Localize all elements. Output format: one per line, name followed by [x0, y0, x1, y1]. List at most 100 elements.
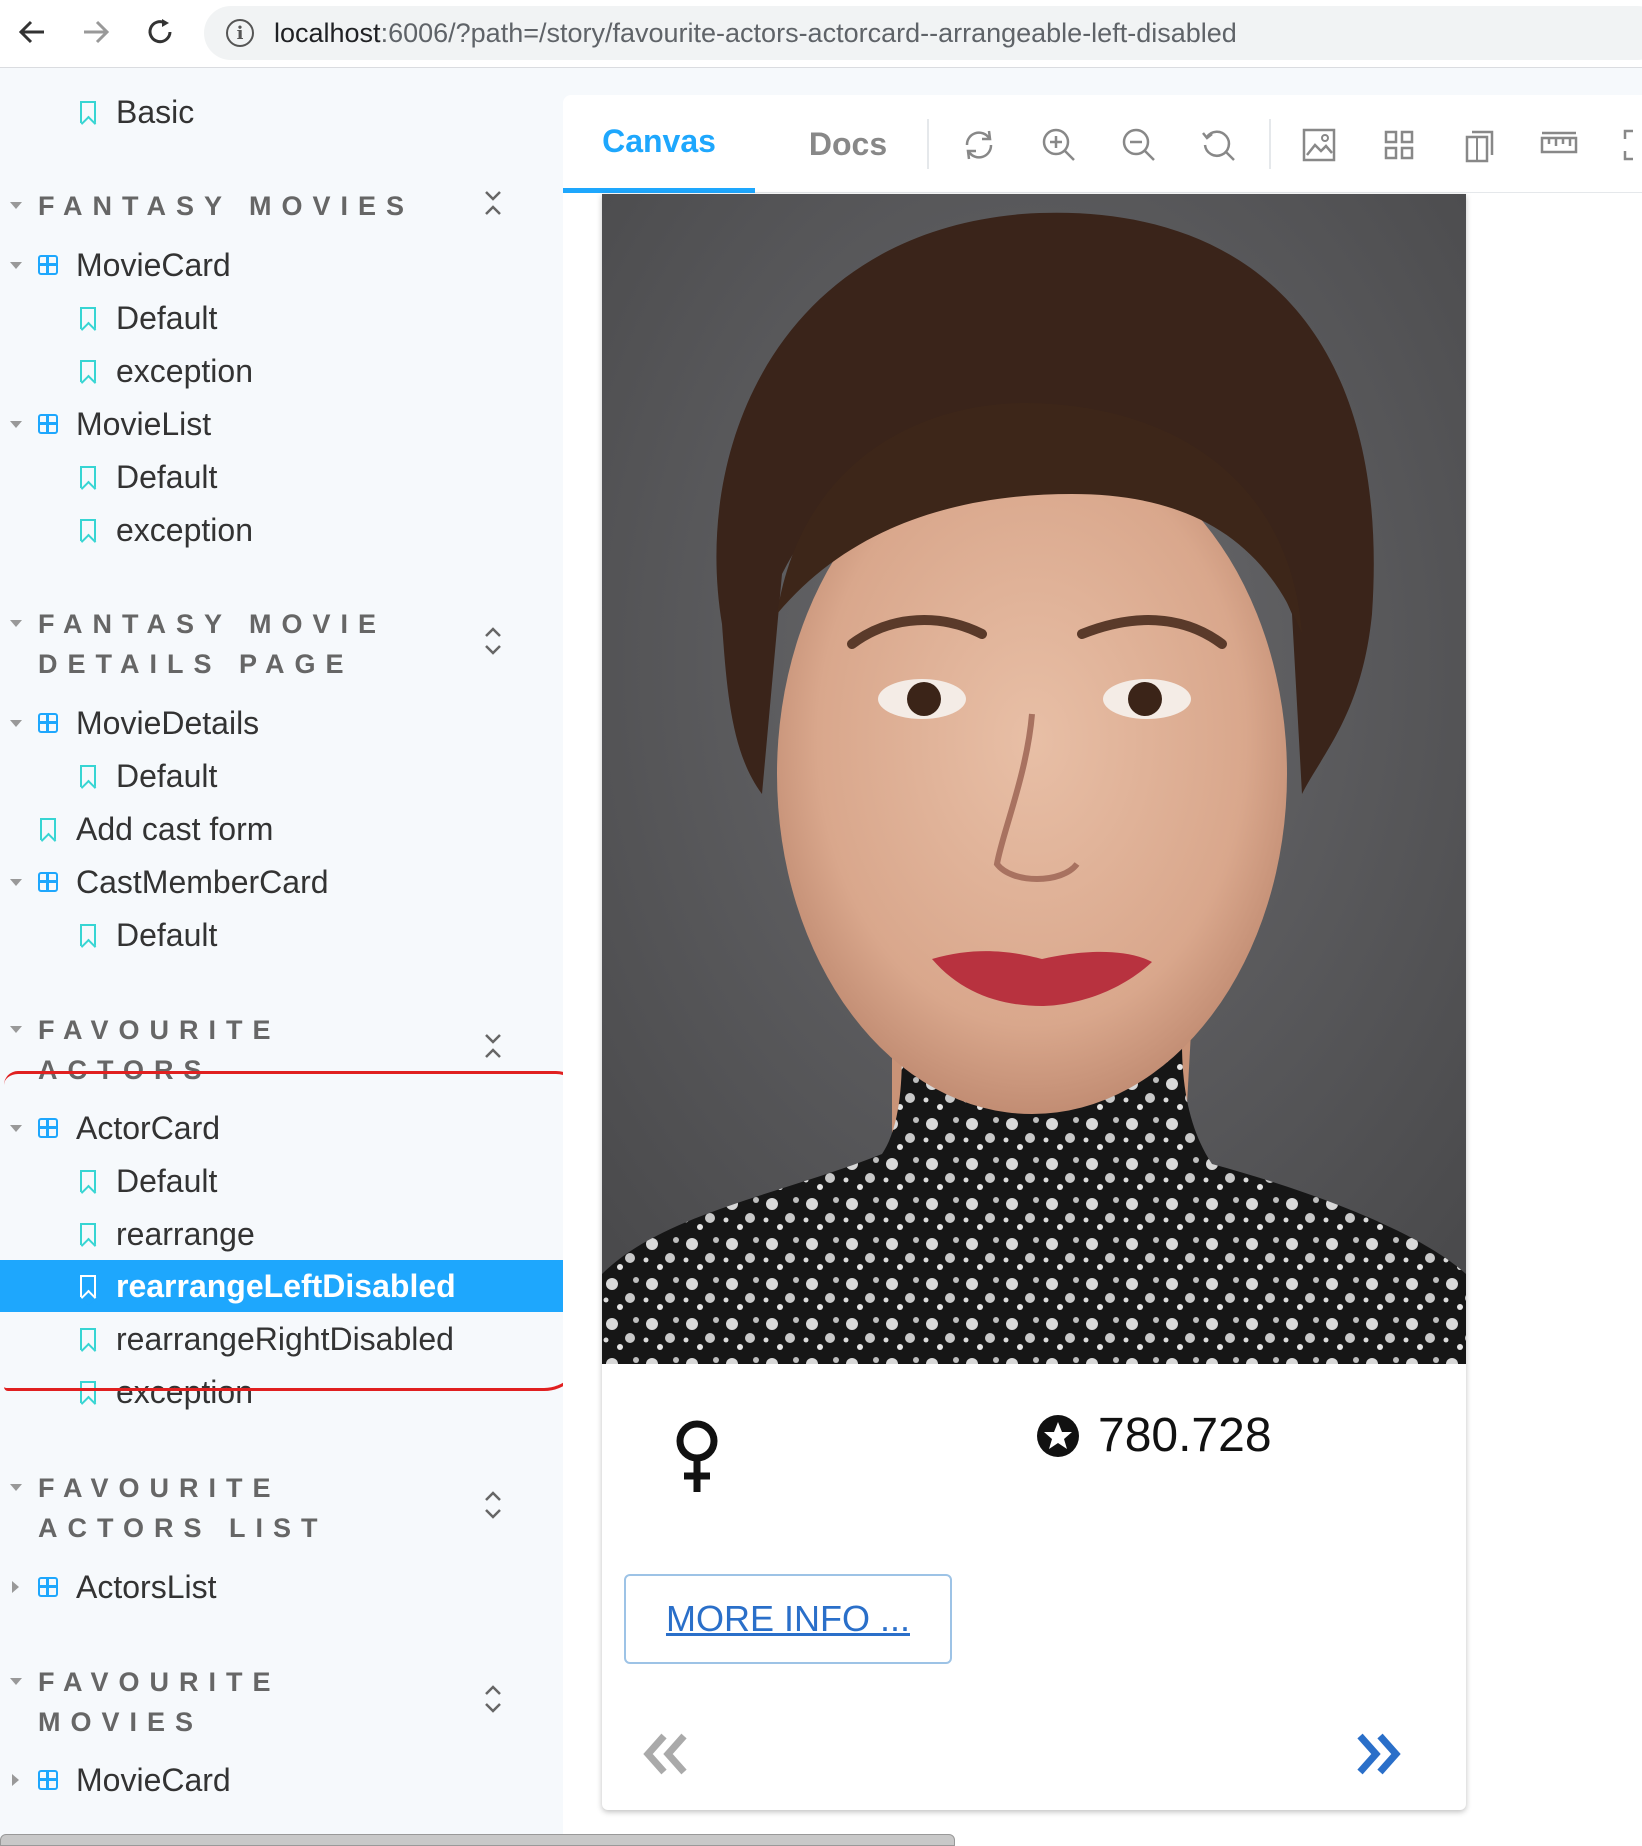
- horizontal-scrollbar[interactable]: [0, 1834, 955, 1846]
- group-title-line: FANTASY MOVIE: [38, 609, 387, 639]
- measure-icon[interactable]: [1539, 125, 1579, 165]
- tree-story-exception[interactable]: exception: [0, 504, 563, 556]
- group-title-fantasy-movie-details-page[interactable]: FANTASY MOVIE DETAILS PAGE: [38, 604, 386, 684]
- tree-story-default[interactable]: Default: [0, 909, 563, 961]
- back-arrow-icon: [18, 20, 44, 44]
- expand-icon[interactable]: [480, 1682, 506, 1716]
- more-info-button[interactable]: MORE INFO ...: [624, 1574, 952, 1664]
- component-icon: [38, 713, 58, 733]
- tree-item-label: Default: [116, 299, 218, 336]
- storybook-sidebar: Basic FANTASY MOVIES MovieCard Default e…: [0, 68, 563, 1846]
- group-title-fantasy-movies[interactable]: FANTASY MOVIES: [38, 186, 414, 226]
- group-title-line: FAVOURITE: [38, 1015, 281, 1045]
- tree-component-actorslist[interactable]: ActorsList: [0, 1561, 563, 1613]
- caret-down-icon: [10, 1026, 22, 1033]
- viewport-icon[interactable]: [1459, 125, 1499, 165]
- caret-right-icon: [12, 1581, 19, 1593]
- bookmark-icon: [40, 818, 56, 840]
- url-host: localhost: [274, 17, 381, 48]
- expand-icon[interactable]: [480, 624, 506, 658]
- bookmark-icon: [80, 519, 96, 541]
- red-annotation-outline: [4, 1071, 563, 1391]
- bookmark-icon: [80, 765, 96, 787]
- zoom-reset-icon[interactable]: [1199, 125, 1239, 165]
- forward-button[interactable]: [74, 10, 118, 54]
- component-icon: [38, 1577, 58, 1597]
- address-bar[interactable]: i localhost:6006/?path=/story/favourite-…: [204, 6, 1642, 60]
- tree-item-label: MovieCard: [76, 1761, 231, 1798]
- fullscreen-icon[interactable]: [1619, 125, 1642, 165]
- expand-icon[interactable]: [480, 1488, 506, 1522]
- caret-right-icon: [12, 1774, 19, 1786]
- tree-component-castmembercard[interactable]: CastMemberCard: [0, 856, 563, 908]
- refresh-icon[interactable]: [959, 125, 999, 165]
- tree-component-moviecard[interactable]: MovieCard: [0, 1754, 563, 1806]
- caret-down-icon: [10, 261, 22, 269]
- group-title-favourite-movies[interactable]: FAVOURITE MOVIES: [38, 1662, 281, 1742]
- back-button[interactable]: [10, 10, 54, 54]
- caret-down-icon: [10, 202, 22, 209]
- tree-story-exception[interactable]: exception: [0, 345, 563, 397]
- bookmark-icon: [80, 307, 96, 329]
- actor-rating: 780.728: [1098, 1409, 1272, 1462]
- collapse-icon[interactable]: [480, 1029, 506, 1063]
- zoom-out-icon[interactable]: [1119, 125, 1159, 165]
- tree-item-label: MovieList: [76, 405, 212, 442]
- tree-component-moviecard[interactable]: MovieCard: [0, 239, 563, 291]
- browser-bar: i localhost:6006/?path=/story/favourite-…: [0, 0, 1642, 68]
- bookmark-icon: [80, 924, 96, 946]
- tree-item-label: MovieCard: [76, 246, 231, 283]
- grid-icon[interactable]: [1379, 125, 1419, 165]
- group-title-line: DETAILS PAGE: [38, 649, 354, 679]
- tree-story-default[interactable]: Default: [0, 292, 563, 344]
- caret-down-icon: [10, 719, 22, 727]
- group-title-line: ACTORS LIST: [38, 1513, 328, 1543]
- group-title-line: MOVIES: [38, 1707, 204, 1737]
- tree-story-basic[interactable]: Basic: [0, 86, 563, 138]
- tree-item-label: Default: [116, 916, 218, 953]
- tree-item-label: Default: [116, 458, 218, 495]
- tree-item-label: exception: [116, 352, 253, 389]
- component-icon: [38, 414, 58, 434]
- group-title-line: FAVOURITE: [38, 1473, 281, 1503]
- zoom-in-icon[interactable]: [1039, 125, 1079, 165]
- group-title-line: FAVOURITE: [38, 1667, 281, 1697]
- component-icon: [38, 1770, 58, 1790]
- caret-down-icon: [10, 1484, 22, 1491]
- tree-component-moviedetails[interactable]: MovieDetails: [0, 697, 563, 749]
- forward-arrow-icon: [84, 20, 110, 44]
- tab-docs[interactable]: Docs: [773, 95, 923, 193]
- tree-item-label: Add cast form: [76, 810, 274, 847]
- actor-photo: [602, 194, 1466, 1364]
- background-icon[interactable]: [1299, 125, 1339, 165]
- site-info-icon[interactable]: i: [226, 19, 254, 47]
- tree-item-label: Default: [116, 757, 218, 794]
- tree-story-default[interactable]: Default: [0, 750, 563, 802]
- tree-story-add-cast-form[interactable]: Add cast form: [0, 803, 563, 855]
- tab-canvas[interactable]: Canvas: [563, 95, 755, 193]
- caret-down-icon: [10, 878, 22, 886]
- url-path: :6006/?path=/story/favourite-actors-acto…: [380, 17, 1237, 48]
- actor-portrait-image: [602, 194, 1466, 1364]
- preview-toolbar: Canvas Docs: [563, 95, 1642, 193]
- tree-component-movielist[interactable]: MovieList: [0, 398, 563, 450]
- bookmark-icon: [80, 466, 96, 488]
- component-icon: [38, 255, 58, 275]
- reload-icon: [148, 19, 172, 44]
- caret-down-icon: [10, 620, 22, 627]
- component-icon: [38, 872, 58, 892]
- toolbar-divider: [927, 119, 929, 169]
- reload-button[interactable]: [138, 10, 182, 54]
- bookmark-icon: [80, 360, 96, 382]
- move-left-arrow-icon[interactable]: [636, 1724, 696, 1784]
- tree-item-label: Basic: [116, 93, 195, 130]
- tree-item-label: exception: [116, 511, 253, 548]
- star-circle-icon: [1037, 1415, 1079, 1457]
- group-title-favourite-actors-list[interactable]: FAVOURITE ACTORS LIST: [38, 1468, 328, 1548]
- collapse-icon[interactable]: [480, 186, 506, 220]
- actor-card: 780.728 MORE INFO ...: [602, 194, 1466, 1810]
- tree-item-label: CastMemberCard: [76, 863, 329, 900]
- move-right-arrow-icon[interactable]: [1348, 1724, 1408, 1784]
- tree-story-default[interactable]: Default: [0, 451, 563, 503]
- tree-item-label: ActorsList: [76, 1568, 217, 1605]
